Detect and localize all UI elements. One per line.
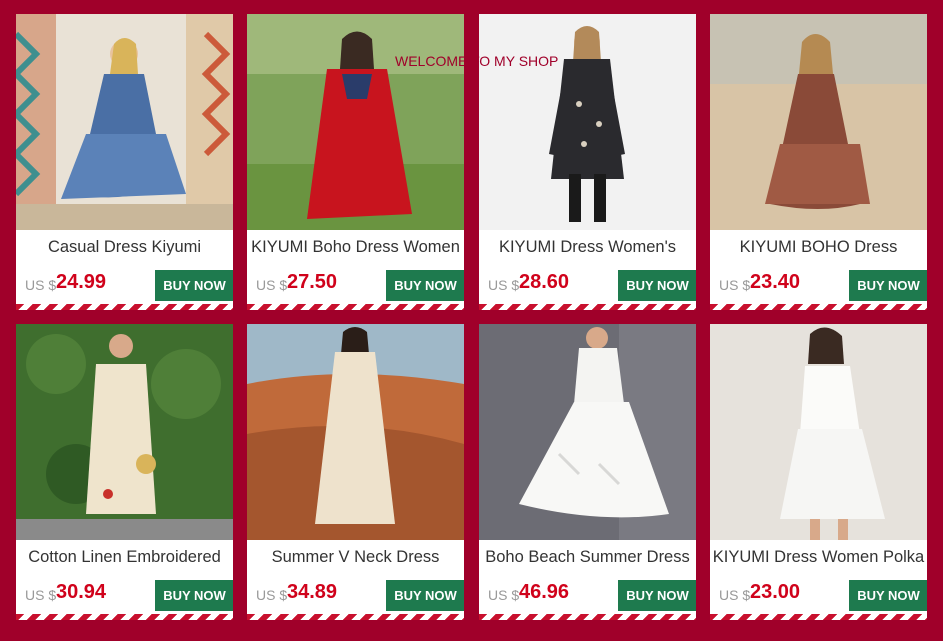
buy-now-button[interactable]: BUY NOW xyxy=(386,580,464,611)
product-title[interactable]: Cotton Linen Embroidered xyxy=(16,546,233,568)
product-photo[interactable] xyxy=(16,14,233,230)
product-image xyxy=(16,14,233,230)
product-grid: Casual Dress Kiyumi US $ 24.99 BUY NOW K… xyxy=(0,0,943,641)
price-row: US $ 30.94 BUY NOW xyxy=(25,580,233,611)
product-title[interactable]: Casual Dress Kiyumi xyxy=(16,236,233,258)
product-title[interactable]: KIYUMI Dress Women Polka xyxy=(710,546,927,568)
product-image xyxy=(710,14,927,230)
product-image xyxy=(247,324,464,540)
price-row: US $ 23.40 BUY NOW xyxy=(719,270,927,301)
price: 23.40 xyxy=(750,271,801,293)
buy-now-button[interactable]: BUY NOW xyxy=(849,270,927,301)
product-card[interactable]: KIYUMI BOHO Dress US $ 23.40 BUY NOW xyxy=(710,14,927,310)
product-card[interactable]: Cotton Linen Embroidered US $ 30.94 BUY … xyxy=(16,324,233,620)
product-photo[interactable] xyxy=(710,14,927,230)
currency-label: US $ xyxy=(25,587,57,603)
product-photo[interactable] xyxy=(479,324,696,540)
decorative-stripe xyxy=(16,304,233,310)
decorative-stripe xyxy=(710,304,927,310)
product-title[interactable]: Boho Beach Summer Dress xyxy=(479,546,696,568)
price: 28.60 xyxy=(519,271,570,293)
buy-now-button[interactable]: BUY NOW xyxy=(618,270,696,301)
price-row: US $ 23.00 BUY NOW xyxy=(719,580,927,611)
product-image xyxy=(710,324,927,540)
decorative-stripe xyxy=(247,304,464,310)
buy-now-button[interactable]: BUY NOW xyxy=(386,270,464,301)
decorative-stripe xyxy=(479,614,696,620)
product-photo[interactable] xyxy=(16,324,233,540)
product-card[interactable]: Summer V Neck Dress US $ 34.89 BUY NOW xyxy=(247,324,464,620)
price-row: US $ 24.99 BUY NOW xyxy=(25,270,233,301)
product-image xyxy=(479,324,696,540)
currency-label: US $ xyxy=(488,277,520,293)
buy-now-button[interactable]: BUY NOW xyxy=(155,270,233,301)
decorative-stripe xyxy=(16,614,233,620)
price: 24.99 xyxy=(56,271,107,293)
buy-now-button[interactable]: BUY NOW xyxy=(849,580,927,611)
welcome-overlay-text: WELCOME TO MY SHOP xyxy=(395,53,559,69)
price-row: US $ 34.89 BUY NOW xyxy=(256,580,464,611)
currency-label: US $ xyxy=(488,587,520,603)
product-card[interactable]: Boho Beach Summer Dress US $ 46.96 BUY N… xyxy=(479,324,696,620)
price: 34.89 xyxy=(287,581,338,603)
price: 30.94 xyxy=(56,581,107,603)
currency-label: US $ xyxy=(719,587,751,603)
decorative-stripe xyxy=(479,304,696,310)
product-title[interactable]: KIYUMI Boho Dress Women xyxy=(247,236,464,258)
price-row: US $ 28.60 BUY NOW xyxy=(488,270,696,301)
buy-now-button[interactable]: BUY NOW xyxy=(155,580,233,611)
currency-label: US $ xyxy=(256,587,288,603)
product-photo[interactable] xyxy=(247,14,464,230)
product-photo[interactable] xyxy=(710,324,927,540)
price-row: US $ 27.50 BUY NOW xyxy=(256,270,464,301)
decorative-stripe xyxy=(247,614,464,620)
currency-label: US $ xyxy=(25,277,57,293)
buy-now-button[interactable]: BUY NOW xyxy=(618,580,696,611)
currency-label: US $ xyxy=(256,277,288,293)
product-image xyxy=(16,324,233,540)
price: 27.50 xyxy=(287,271,338,293)
product-photo[interactable] xyxy=(247,324,464,540)
product-card[interactable]: KIYUMI Dress Women Polka US $ 23.00 BUY … xyxy=(710,324,927,620)
product-card[interactable]: Casual Dress Kiyumi US $ 24.99 BUY NOW xyxy=(16,14,233,310)
product-title[interactable]: KIYUMI BOHO Dress xyxy=(710,236,927,258)
decorative-stripe xyxy=(710,614,927,620)
price-row: US $ 46.96 BUY NOW xyxy=(488,580,696,611)
product-image xyxy=(479,14,696,230)
product-image xyxy=(247,14,464,230)
product-photo[interactable] xyxy=(479,14,696,230)
product-title[interactable]: Summer V Neck Dress xyxy=(247,546,464,568)
price: 23.00 xyxy=(750,581,801,603)
price: 46.96 xyxy=(519,581,570,603)
product-title[interactable]: KIYUMI Dress Women's xyxy=(479,236,696,258)
currency-label: US $ xyxy=(719,277,751,293)
